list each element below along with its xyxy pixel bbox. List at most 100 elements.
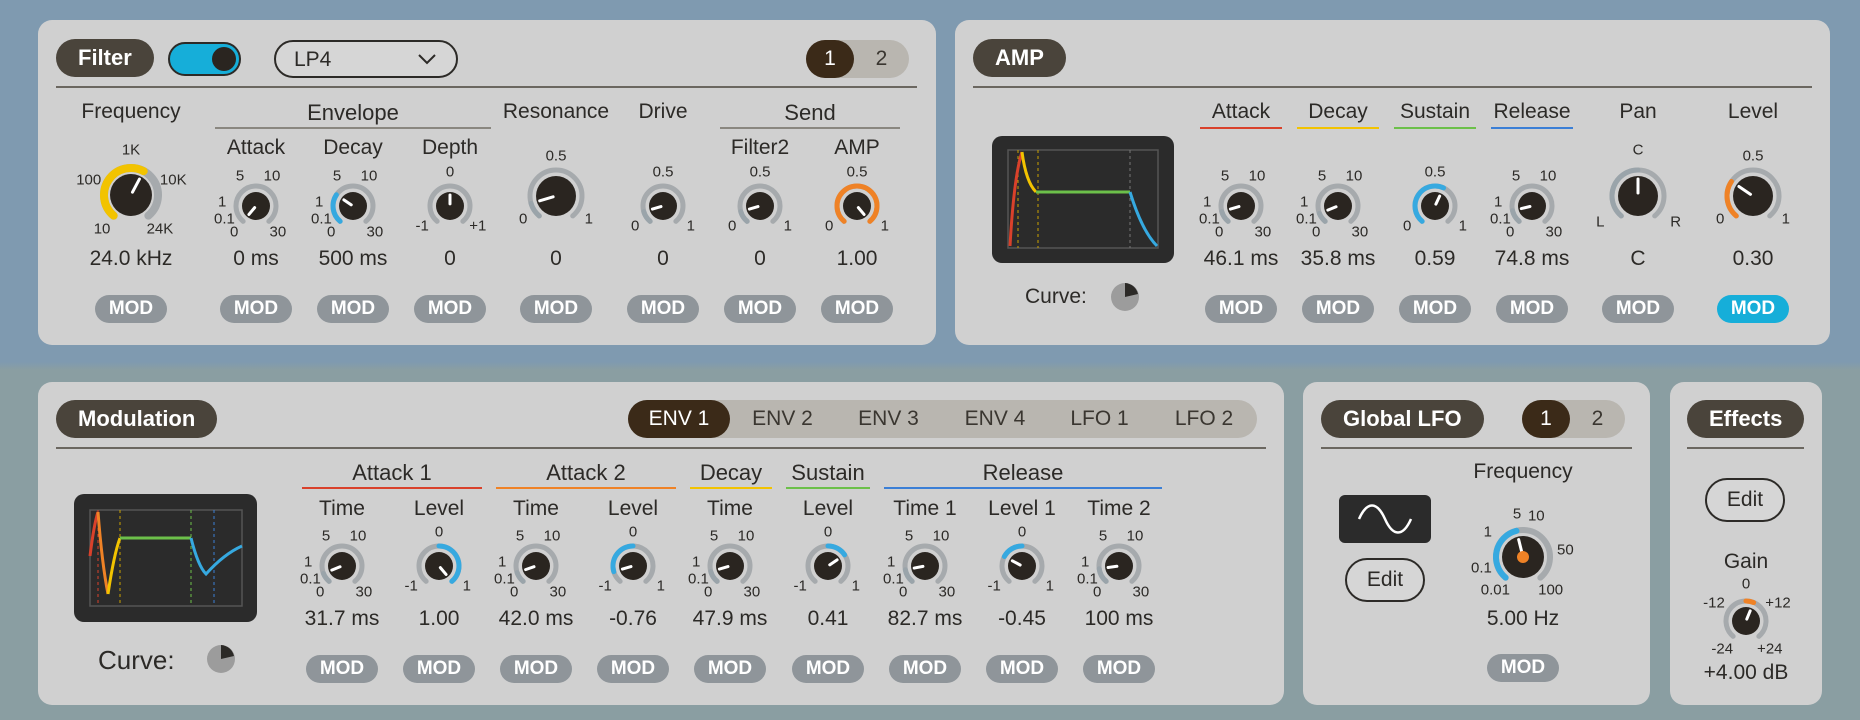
lfo-shape-display[interactable] <box>1339 495 1431 543</box>
attack-mod-button[interactable]: MOD <box>1205 295 1277 323</box>
attack-label: Attack <box>226 136 286 159</box>
resonance-knob[interactable] <box>522 162 590 230</box>
tick-label: 0 <box>1017 523 1027 541</box>
s-level-mod-button[interactable]: MOD <box>792 655 864 683</box>
gain-value: +4.00 dB <box>1703 661 1789 684</box>
release-mod-button[interactable]: MOD <box>1496 295 1568 323</box>
filter-page-2[interactable]: 2 <box>854 40 909 78</box>
tick-label: 10 <box>1345 167 1363 185</box>
effects-edit-button[interactable]: Edit <box>1705 478 1785 522</box>
attack-mod-button[interactable]: MOD <box>220 295 292 323</box>
sustain-knob[interactable] <box>1407 178 1463 234</box>
r-time1-mod-button[interactable]: MOD <box>889 655 961 683</box>
tick-label: 0.5 <box>749 163 771 181</box>
tick-label: 5 <box>1511 167 1521 185</box>
tab-lfo-2[interactable]: LFO 2 <box>1151 400 1257 438</box>
s-level-knob[interactable] <box>800 538 856 594</box>
a1-level-mod-button[interactable]: MOD <box>403 655 475 683</box>
tick-label: 0.1 <box>214 210 235 228</box>
tab-env-3[interactable]: ENV 3 <box>835 400 942 438</box>
a2-time-label: Time <box>513 497 559 520</box>
decay-mod-button[interactable]: MOD <box>1302 295 1374 323</box>
level-mod-button[interactable]: MOD <box>1717 295 1789 323</box>
envelope-group-title: Envelope <box>307 100 399 125</box>
filter-type-dropdown[interactable]: LP4 <box>274 40 458 78</box>
tick-label: 0.1 <box>1471 559 1492 577</box>
amp-send-knob[interactable] <box>829 178 885 234</box>
tick-label: 1 <box>1081 553 1090 571</box>
mod-envelope-graph <box>74 494 257 622</box>
r-level1-knob[interactable] <box>994 538 1050 594</box>
tick-label: -24 <box>1711 640 1734 658</box>
lfo-edit-button[interactable]: Edit <box>1345 558 1425 602</box>
lfo-mod-button[interactable]: MOD <box>1487 654 1559 682</box>
filter2-label: Filter2 <box>730 136 790 159</box>
mod-group-release-title: Release <box>982 460 1064 485</box>
filter-title: Filter <box>56 39 154 77</box>
drive-mod-button[interactable]: MOD <box>627 295 699 323</box>
tick-label: 5 <box>709 527 719 545</box>
filter-page-1[interactable]: 1 <box>806 40 854 78</box>
drive-knob[interactable] <box>635 178 691 234</box>
r-level1-mod-button[interactable]: MOD <box>986 655 1058 683</box>
tick-label: 0 <box>445 163 455 181</box>
lfo-page-1[interactable]: 1 <box>1522 400 1570 438</box>
r-time2-mod-button[interactable]: MOD <box>1083 655 1155 683</box>
tick-label: 5 <box>904 527 914 545</box>
a1-time-mod-button[interactable]: MOD <box>306 655 378 683</box>
tick-label: 10 <box>737 527 755 545</box>
tick-label: 0.1 <box>883 570 904 588</box>
decay-mod-button[interactable]: MOD <box>317 295 389 323</box>
mod-group-underline <box>884 487 1162 489</box>
lfo-page-2[interactable]: 2 <box>1570 400 1625 438</box>
level-label: Level <box>1727 100 1779 123</box>
tab-env-2[interactable]: ENV 2 <box>730 400 835 438</box>
tab-env-4[interactable]: ENV 4 <box>942 400 1048 438</box>
tick-label: 1 <box>315 193 324 211</box>
tick-label: 1 <box>783 217 793 234</box>
sustain-color-underline <box>1394 127 1476 129</box>
lfo-frequency-value: 5.00 Hz <box>1486 607 1560 630</box>
s-level-label: Level <box>802 497 854 520</box>
pan-mod-button[interactable]: MOD <box>1602 295 1674 323</box>
sustain-mod-button[interactable]: MOD <box>1399 295 1471 323</box>
tab-env-1[interactable]: ENV 1 <box>628 400 730 438</box>
resonance-mod-button[interactable]: MOD <box>520 295 592 323</box>
r-time1-label: Time 1 <box>893 497 957 520</box>
filter-type-value: LP4 <box>294 48 332 71</box>
filter2-knob[interactable] <box>732 178 788 234</box>
a2-level-knob[interactable] <box>605 538 661 594</box>
frequency-knob[interactable] <box>96 160 166 230</box>
amp_send-mod-button[interactable]: MOD <box>821 295 893 323</box>
tick-label: 0.5 <box>1742 147 1764 165</box>
filter2-mod-button[interactable]: MOD <box>724 295 796 323</box>
tick-label: 0 <box>434 523 444 541</box>
level-knob[interactable] <box>1719 162 1787 230</box>
tick-label: -1 <box>987 577 1001 594</box>
a2-time-mod-button[interactable]: MOD <box>500 655 572 683</box>
tick-label: 1 <box>304 553 313 571</box>
mod-envelope-curve <box>88 509 243 607</box>
tick-label: 1 <box>686 217 696 234</box>
d-time-mod-button[interactable]: MOD <box>694 655 766 683</box>
curve-pie-icon[interactable] <box>206 644 236 674</box>
pan-knob[interactable] <box>1604 162 1672 230</box>
depth-mod-button[interactable]: MOD <box>414 295 486 323</box>
effects-title: Effects <box>1687 400 1805 438</box>
tick-label: 100 <box>1538 581 1564 599</box>
frequency-mod-button[interactable]: MOD <box>95 295 167 323</box>
filter-toggle[interactable] <box>168 42 241 76</box>
a2-level-mod-button[interactable]: MOD <box>597 655 669 683</box>
tick-label: 0 <box>628 523 638 541</box>
tick-label: 5 <box>332 167 342 185</box>
tick-label: 5 <box>1098 527 1108 545</box>
tick-label: 0.5 <box>1424 163 1446 181</box>
tick-label: 0.1 <box>311 210 332 228</box>
tab-lfo-1[interactable]: LFO 1 <box>1048 400 1151 438</box>
send-group-title: Send <box>784 100 836 125</box>
a1-level-knob[interactable] <box>411 538 467 594</box>
chevron-down-icon <box>418 54 436 65</box>
depth-label: Depth <box>421 136 479 159</box>
curve-pie-icon[interactable] <box>1110 282 1140 312</box>
frequency-value: 24.0 kHz <box>89 247 173 270</box>
